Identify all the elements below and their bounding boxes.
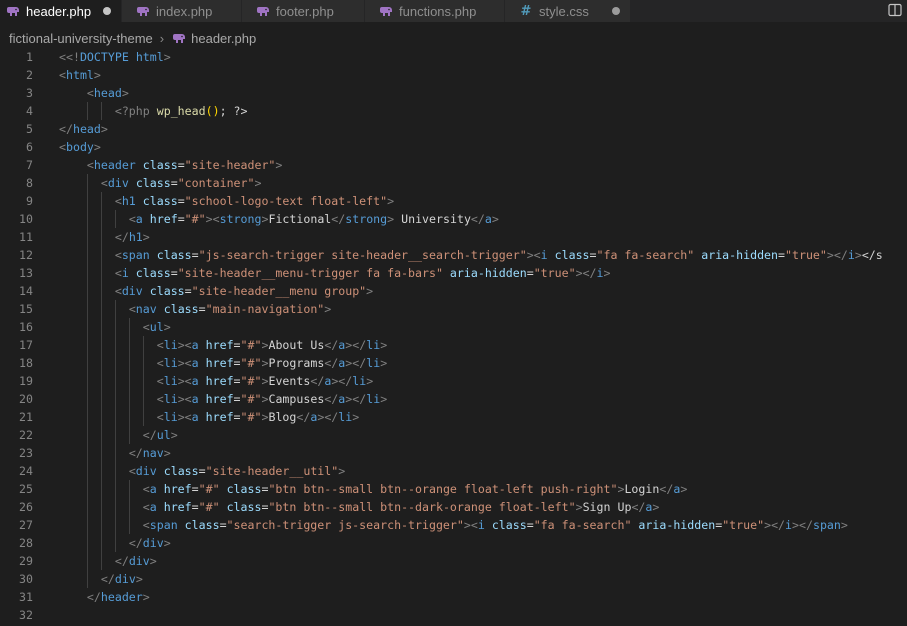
tab-label: header.php [26,3,92,19]
code-text: </header> [86,590,150,604]
php-elephant-icon [256,4,270,18]
line-number: 15 [19,302,33,316]
line-number: 9 [26,194,33,208]
line-number: 32 [19,608,33,622]
line-number: 26 [19,500,33,514]
line-number: 24 [19,464,33,478]
line-number: 27 [19,518,33,532]
breadcrumb-folder[interactable]: fictional-university-theme [9,31,153,46]
code-text: <li><a href="#">Programs</a></li> [156,356,388,370]
code-text: </h1> [114,230,150,244]
php-elephant-icon [379,4,393,18]
split-editor-icon[interactable] [888,3,902,17]
line-number: 31 [19,590,33,604]
line-number: 14 [19,284,33,298]
code-text: <span class="js-search-trigger site-head… [114,248,883,262]
tab-label: footer.php [276,3,334,19]
tab-label: functions.php [399,3,477,19]
code-text: <li><a href="#">About Us</a></li> [156,338,388,352]
tab-header-php[interactable]: header.php [0,0,122,22]
code-text: <div class="container"> [100,176,262,190]
line-number: 20 [19,392,33,406]
breadcrumb-file[interactable]: header.php [191,31,256,46]
code-editor[interactable]: 1 <<!DOCTYPE html> 2 <html> 3 <head> 4 <?php … [0,48,907,626]
hash-icon: # [519,3,533,19]
code-text: <html> [59,68,101,82]
line-number: 23 [19,446,33,460]
line-number: 12 [19,248,33,262]
code-text: </head> [59,122,108,136]
line-number: 30 [19,572,33,586]
unsaved-dot-icon[interactable] [103,7,111,15]
code-text: <header class="site-header"> [86,158,283,172]
line-number: 28 [19,536,33,550]
line-number: 25 [19,482,33,496]
code-text: </div> [128,536,171,550]
hash-glyph: # [520,3,532,19]
code-text: <body> [59,140,101,154]
tab-label: style.css [539,3,589,19]
unsaved-dot-icon[interactable] [612,7,620,15]
code-text: <li><a href="#">Blog</a></li> [156,410,360,424]
breadcrumb-separator: › [159,30,165,46]
code-text: <span class="search-trigger js-search-tr… [142,518,848,532]
line-number: 10 [19,212,33,226]
code-text: <head> [86,86,129,100]
php-elephant-icon [172,31,186,45]
line-number: 1 [26,50,33,64]
tab-index-php[interactable]: index.php [122,0,242,22]
line-number: 6 [26,140,33,154]
code-text: <i class="site-header__menu-trigger fa f… [114,266,611,280]
code-text: <div class="site-header__util"> [128,464,346,478]
line-number: 11 [19,230,33,244]
code-text: <a href="#" class="btn btn--small btn--d… [142,500,660,514]
line-number: 18 [19,356,33,370]
line-number: 13 [19,266,33,280]
line-number: 8 [26,176,33,190]
line-number: 29 [19,554,33,568]
line-number: 22 [19,428,33,442]
code-text: <li><a href="#">Events</a></li> [156,374,374,388]
line-number: 16 [19,320,33,334]
code-text: <li><a href="#">Campuses</a></li> [156,392,388,406]
code-text: </ul> [142,428,178,442]
tab-label: index.php [156,3,213,19]
line-number: 19 [19,374,33,388]
tab-footer-php[interactable]: footer.php [242,0,365,22]
code-text: </div> [100,572,143,586]
code-text: </nav> [128,446,171,460]
tab-functions-php[interactable]: functions.php [365,0,505,22]
php-elephant-icon [6,4,20,18]
code-text: <h1 class="school-logo-text float-left"> [114,194,395,208]
editor-tab-bar: header.php index.php footer.php functions.p… [0,0,907,22]
code-text: <a href="#"><strong>Fictional</strong> U… [128,212,499,226]
php-elephant-icon [136,4,150,18]
code-text: <<!DOCTYPE html> [59,50,171,64]
tab-style-css[interactable]: # style.css [505,0,631,22]
line-number: 7 [26,158,33,172]
line-number: 17 [19,338,33,352]
code-text: <ul> [142,320,171,334]
code-text: <nav class="main-navigation"> [128,302,332,316]
code-text: <a href="#" class="btn btn--small btn--o… [142,482,688,496]
line-number: 5 [26,122,33,136]
code-text: <?php wp_head(); ?> [114,104,248,118]
code-text: </div> [114,554,157,568]
code-text: <div class="site-header__menu group"> [114,284,374,298]
line-number: 21 [19,410,33,424]
line-number: 2 [26,68,33,82]
line-number: 4 [26,104,33,118]
breadcrumb: fictional-university-theme › header.php [0,29,256,47]
line-number: 3 [26,86,33,100]
